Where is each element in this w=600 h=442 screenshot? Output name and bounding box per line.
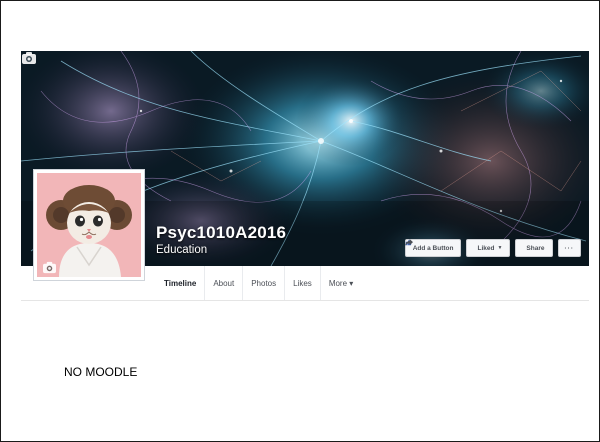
slide-note: NO MOODLE xyxy=(64,365,138,379)
more-dots-icon: ··· xyxy=(564,244,574,252)
page-name[interactable]: Psyc1010A2016 xyxy=(156,223,286,243)
profile-picture-image xyxy=(37,173,141,277)
liked-button[interactable]: Liked ▼ xyxy=(405,239,511,257)
tab-more[interactable]: More ▾ xyxy=(321,266,361,300)
profile-picture[interactable] xyxy=(33,169,145,281)
add-a-button-label: Add a Button xyxy=(412,244,454,252)
camera-icon[interactable] xyxy=(21,51,37,65)
share-button[interactable]: Share xyxy=(404,239,553,257)
slide-frame: Psyc1010A2016 Education Add a Button Lik… xyxy=(0,0,600,442)
camera-icon[interactable] xyxy=(42,261,57,274)
share-button-label: Share xyxy=(526,244,545,252)
facebook-page-header: Psyc1010A2016 Education Add a Button Lik… xyxy=(21,51,589,301)
tab-timeline[interactable]: Timeline xyxy=(156,266,206,300)
more-options-button[interactable]: ··· xyxy=(557,239,581,257)
chevron-down-icon: ▼ xyxy=(497,245,503,251)
tab-likes[interactable]: Likes xyxy=(285,266,321,300)
liked-button-label: Liked xyxy=(477,244,495,252)
page-category[interactable]: Education xyxy=(156,244,207,256)
tab-about[interactable]: About xyxy=(205,266,244,300)
page-tabs: Timeline About Photos Likes More ▾ xyxy=(156,266,361,300)
tab-photos[interactable]: Photos xyxy=(243,266,286,300)
add-a-button[interactable]: Add a Button xyxy=(404,239,462,257)
page-action-buttons: Add a Button Liked ▼ Share ··· xyxy=(404,239,581,257)
